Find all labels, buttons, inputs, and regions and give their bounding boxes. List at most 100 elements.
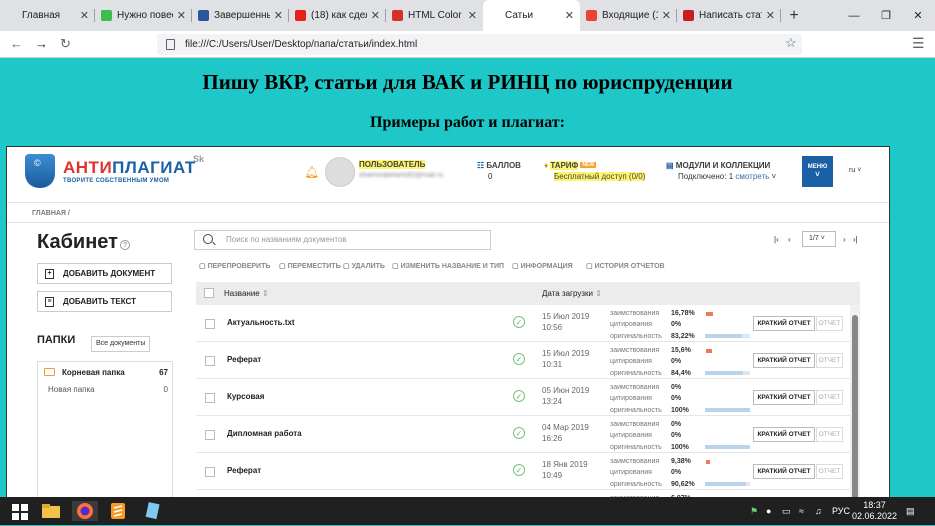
document-name[interactable]: Реферат	[227, 355, 261, 364]
upload-date: 15 Июл 2019 10:56	[542, 311, 589, 333]
modules-link[interactable]: смотреть	[735, 172, 769, 181]
people-icon[interactable]: ●	[766, 506, 771, 516]
avatar[interactable]	[325, 157, 355, 187]
bookmark-star-icon[interactable]: ☆	[785, 35, 797, 51]
folder-item-new[interactable]: Новая папка 0	[38, 382, 172, 397]
tab-1[interactable]: Главная ✕	[0, 0, 95, 31]
document-name[interactable]: Курсовая	[227, 392, 264, 401]
tab-3[interactable]: Завершенные п... ✕	[192, 0, 289, 31]
toolbar-action-4[interactable]: ▢ ИЗМЕНИТЬ НАЗВАНИЕ И ТИП	[392, 262, 504, 270]
close-tab-icon[interactable]: ✕	[80, 9, 89, 22]
keyboard-language[interactable]: РУС	[832, 506, 850, 516]
report-button[interactable]: ОТЧЕТ	[816, 390, 843, 405]
add-text-button[interactable]: ≡ ДОБАВИТЬ ТЕКСТ	[37, 291, 172, 312]
url-field[interactable]: file:///C:/Users/User/Desktop/папа/стать…	[157, 34, 802, 55]
user-label[interactable]: ПОЛЬЗОВАТЕЛЬ	[359, 160, 426, 169]
help-icon[interactable]: ?	[119, 240, 130, 250]
column-date[interactable]: Дата загрузки ⇕	[542, 289, 602, 298]
tab-7[interactable]: Входящие (127) ✕	[580, 0, 677, 31]
forward-icon[interactable]: →	[35, 36, 48, 51]
restore-icon[interactable]: ❐	[870, 0, 902, 31]
bell-icon[interactable]: 🔔︎	[304, 165, 319, 179]
next-page-icon[interactable]: ›	[843, 235, 846, 244]
row-checkbox[interactable]	[205, 319, 215, 329]
browser-menu-icon[interactable]: ☰	[912, 35, 925, 52]
table-row[interactable]: Реферат ✓ 18 Янв 2019 10:49 заимствования 9,3…	[196, 453, 860, 490]
flag-icon[interactable]: ⚑	[750, 506, 758, 517]
table-row[interactable]: Дипломная работа ✓ 04 Мар 2019 16:26 заимств…	[196, 416, 860, 453]
table-row[interactable]: Реферат ✓ 15 Июл 2019 10:31 заимствования 15,…	[196, 342, 860, 379]
close-tab-icon[interactable]: ✕	[371, 9, 380, 22]
document-name[interactable]: Реферат	[227, 466, 261, 475]
toolbar-action-6[interactable]: ▢ ИСТОРИЯ ОТЧЕТОВ	[586, 262, 665, 270]
table-row[interactable]: Курсовая ✓ 05 Июн 2019 13:24 заимствования 0%…	[196, 379, 860, 416]
modules-label[interactable]: ▤ МОДУЛИ И КОЛЛЕКЦИИ	[666, 161, 770, 170]
last-page-icon[interactable]: ›|	[853, 235, 858, 244]
notepad-icon[interactable]	[142, 501, 162, 521]
battery-icon[interactable]: ▭	[782, 506, 791, 517]
row-checkbox[interactable]	[205, 393, 215, 403]
folder-name: Корневая папка	[62, 368, 125, 377]
row-checkbox[interactable]	[205, 430, 215, 440]
page-select[interactable]: 1/7 ˅	[802, 231, 836, 247]
tab-4[interactable]: (18) как сделать... ✕	[289, 0, 386, 31]
tab-6[interactable]: Сатьи ✕	[483, 0, 580, 31]
close-window-icon[interactable]: ✕	[902, 0, 934, 31]
short-report-button[interactable]: КРАТКИЙ ОТЧЕТ	[753, 464, 815, 479]
table-row[interactable]: Актуальность.txt ✓ 15 Июл 2019 10:56 заимств…	[196, 305, 860, 342]
close-tab-icon[interactable]: ✕	[766, 9, 775, 22]
table-scrollbar[interactable]	[850, 305, 860, 501]
report-button[interactable]: ОТЧЕТ	[816, 427, 843, 442]
sublime-text-icon[interactable]	[108, 501, 128, 521]
balance-label[interactable]: ☷ БАЛЛОВ	[477, 161, 521, 170]
tab-2[interactable]: Нужно повеси... ✕	[95, 0, 192, 31]
tab-8[interactable]: Написать стать... ✕	[677, 0, 781, 31]
scrollbar-thumb[interactable]	[852, 315, 858, 501]
all-documents-button[interactable]: Все документы	[91, 336, 151, 352]
clock[interactable]: 18:37 02.06.2022	[852, 500, 897, 522]
first-page-icon[interactable]: |‹	[774, 235, 779, 244]
row-checkbox[interactable]	[205, 356, 215, 366]
toolbar-action-2[interactable]: ▢ ПЕРЕМЕСТИТЬ	[279, 262, 341, 270]
tariff-label[interactable]: ♦ ТАРИФ NEW	[544, 161, 597, 170]
short-report-button[interactable]: КРАТКИЙ ОТЧЕТ	[753, 427, 815, 442]
reload-icon[interactable]: ↻	[60, 36, 71, 52]
breadcrumb[interactable]: ГЛАВНАЯ /	[32, 210, 70, 217]
add-document-button[interactable]: + ДОБАВИТЬ ДОКУМЕНТ	[37, 263, 172, 284]
windows-start-icon[interactable]	[10, 501, 30, 521]
close-tab-icon[interactable]: ✕	[565, 9, 574, 22]
close-tab-icon[interactable]: ✕	[177, 9, 186, 22]
tab-5[interactable]: HTML Color Co... ✕	[386, 0, 483, 31]
language-select[interactable]: ru ˅	[849, 167, 861, 174]
short-report-button[interactable]: КРАТКИЙ ОТЧЕТ	[753, 390, 815, 405]
short-report-button[interactable]: КРАТКИЙ ОТЧЕТ	[753, 316, 815, 331]
close-tab-icon[interactable]: ✕	[274, 9, 283, 22]
close-tab-icon[interactable]: ✕	[468, 9, 477, 22]
file-explorer-icon[interactable]	[41, 501, 61, 521]
document-name[interactable]: Дипломная работа	[227, 429, 302, 438]
minimize-icon[interactable]: —	[838, 0, 870, 31]
new-tab-button[interactable]: +	[781, 0, 807, 31]
folder-item-root[interactable]: Корневая папка 67	[38, 365, 172, 380]
select-all-checkbox[interactable]	[204, 288, 214, 298]
menu-button[interactable]: МЕНЮ ˅	[802, 156, 833, 187]
sort-icon: ⇕	[595, 289, 602, 298]
prev-page-icon[interactable]: ‹	[788, 235, 791, 244]
report-button[interactable]: ОТЧЕТ	[816, 316, 843, 331]
close-tab-icon[interactable]: ✕	[662, 9, 671, 22]
report-button[interactable]: ОТЧЕТ	[816, 464, 843, 479]
row-checkbox[interactable]	[205, 467, 215, 477]
notifications-icon[interactable]: ▤	[906, 506, 915, 517]
short-report-button[interactable]: КРАТКИЙ ОТЧЕТ	[753, 353, 815, 368]
toolbar-action-1[interactable]: ▢ ПЕРЕПРОВЕРИТЬ	[199, 262, 270, 270]
toolbar-action-5[interactable]: ▢ ИНФОРМАЦИЯ	[512, 262, 573, 270]
firefox-icon[interactable]	[72, 501, 98, 521]
back-icon[interactable]: ←	[10, 36, 23, 51]
volume-icon[interactable]: ♫	[815, 506, 822, 516]
search-input[interactable]: Поиск по названиям документов	[194, 230, 491, 250]
column-name[interactable]: Название ⇕	[224, 289, 269, 298]
wifi-icon[interactable]: ≈	[799, 506, 804, 516]
toolbar-action-3[interactable]: ▢ УДАЛИТЬ	[343, 262, 385, 270]
report-button[interactable]: ОТЧЕТ	[816, 353, 843, 368]
document-name[interactable]: Актуальность.txt	[227, 318, 295, 327]
